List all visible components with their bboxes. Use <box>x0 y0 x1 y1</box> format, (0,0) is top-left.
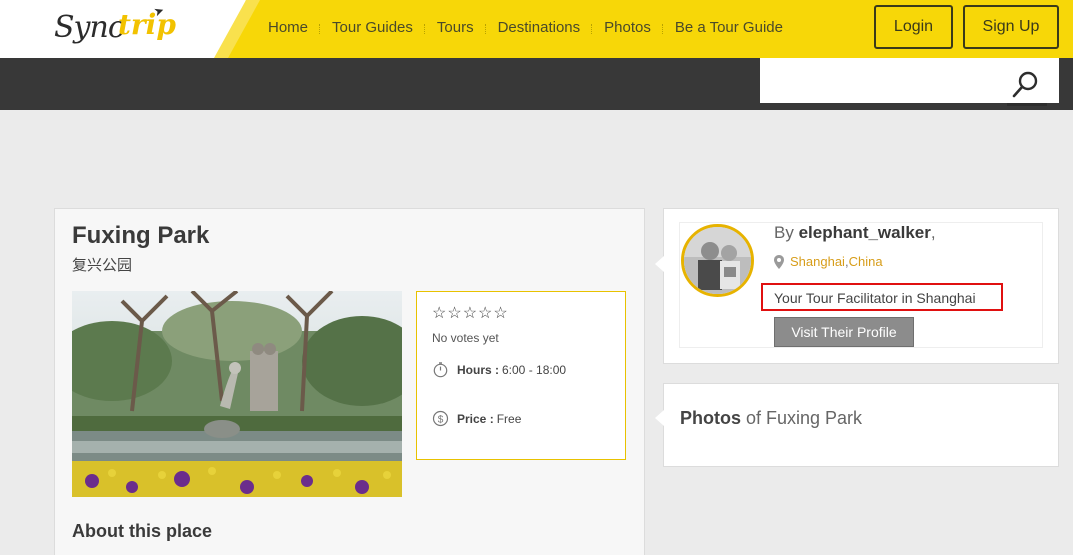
nav-home[interactable]: Home <box>256 19 320 36</box>
svg-text:$: $ <box>438 414 444 425</box>
author-tagline: Your Tour Facilitator in Shanghai <box>774 290 976 306</box>
avatar[interactable] <box>681 224 754 297</box>
author-card-notch <box>655 256 664 272</box>
search-underline <box>1007 103 1047 106</box>
map-pin-icon <box>774 254 784 269</box>
place-title: Fuxing Park <box>72 222 210 249</box>
nav-tour-guides[interactable]: Tour Guides <box>319 19 425 36</box>
photos-title-rest: of Fuxing Park <box>741 408 863 428</box>
stopwatch-icon <box>433 362 448 378</box>
park-photo-image <box>72 291 402 497</box>
photos-card-notch <box>655 410 664 426</box>
author-by-line: By elephant_walker, <box>774 223 936 243</box>
about-heading: About this place <box>72 521 213 541</box>
dollar-coin-icon: $ <box>432 410 449 427</box>
hours-row: Hours : 6:00 - 18:00 <box>432 361 566 378</box>
hours-label: Hours : <box>457 362 499 377</box>
rating-stars[interactable]: ☆☆☆☆☆ <box>432 303 509 323</box>
by-prefix: By <box>774 223 794 242</box>
nav-be-a-tour-guide[interactable]: Be a Tour Guide <box>661 19 795 36</box>
author-username-link[interactable]: elephant_walker <box>799 223 931 242</box>
author-location: Shanghai, China <box>774 254 883 269</box>
logo-text-prefix: Syno <box>54 10 126 45</box>
place-photo[interactable] <box>72 291 402 497</box>
search-icon[interactable] <box>1012 70 1040 98</box>
country-link[interactable]: China <box>849 254 883 269</box>
place-subtitle: 复兴公园 <box>72 257 133 274</box>
price-row: $ Price : Free <box>432 410 521 427</box>
photos-title-strong: Photos <box>680 408 741 428</box>
nav-destinations[interactable]: Destinations <box>484 19 593 36</box>
nav-photos[interactable]: Photos <box>591 19 663 36</box>
sign-up-button[interactable]: Sign Up <box>963 5 1059 49</box>
logo-text-suffix: trip <box>118 8 176 41</box>
login-button[interactable]: Login <box>874 5 953 49</box>
photos-title: Photos of Fuxing Park <box>680 408 862 429</box>
city-link[interactable]: Shanghai <box>790 254 845 269</box>
price-value: Free <box>496 411 522 426</box>
price-label: Price : <box>457 411 494 426</box>
visit-profile-button[interactable]: Visit Their Profile <box>774 317 914 347</box>
main-nav: Home Tour Guides Tours Destinations Phot… <box>256 0 795 54</box>
avatar-photo <box>684 227 751 294</box>
votes-text: No votes yet <box>432 331 499 345</box>
synotrip-logo[interactable]: Syno trip ➤ <box>54 3 176 50</box>
username-suffix: , <box>930 223 936 242</box>
hours-value: 6:00 - 18:00 <box>502 362 567 377</box>
nav-tours[interactable]: Tours <box>423 19 486 36</box>
